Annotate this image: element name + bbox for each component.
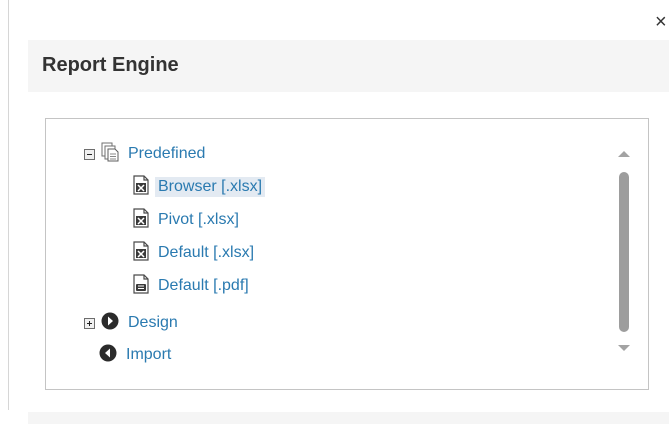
dialog-footer bbox=[28, 412, 669, 424]
tree-node-default-pdf[interactable]: Default [.pdf] bbox=[133, 273, 252, 299]
dialog-header: Report Engine bbox=[28, 40, 669, 92]
pdf-file-icon bbox=[133, 273, 149, 299]
tree-node-import[interactable]: Import bbox=[99, 342, 174, 368]
dialog-title: Report Engine bbox=[42, 54, 179, 76]
tree-node-default-xlsx[interactable]: Default [.xlsx] bbox=[133, 240, 257, 266]
tree-node-predefined[interactable]: Predefined bbox=[84, 141, 208, 167]
tree-node-browser-xlsx[interactable]: Browser [.xlsx] bbox=[133, 174, 266, 200]
tree-scrollbar[interactable] bbox=[610, 139, 640, 369]
scroll-up-arrow-icon[interactable] bbox=[618, 151, 630, 157]
collapse-toggle-icon[interactable] bbox=[84, 148, 95, 160]
scroll-down-arrow-icon[interactable] bbox=[618, 345, 630, 351]
copy-pages-icon bbox=[101, 142, 119, 167]
tree-node-design[interactable]: Design bbox=[84, 310, 181, 336]
dialog-left-border bbox=[8, 0, 9, 410]
tree-node-label[interactable]: Pivot [.xlsx] bbox=[155, 210, 242, 230]
tree-node-pivot-xlsx[interactable]: Pivot [.xlsx] bbox=[133, 207, 242, 233]
circle-arrow-left-icon bbox=[99, 344, 117, 367]
expand-toggle-icon[interactable] bbox=[84, 317, 95, 329]
tree-node-label[interactable]: Predefined bbox=[125, 144, 208, 164]
excel-file-icon bbox=[133, 240, 149, 266]
close-button[interactable]: × bbox=[655, 12, 667, 32]
tree-node-label[interactable]: Browser [.xlsx] bbox=[155, 177, 266, 197]
circle-arrow-right-icon bbox=[101, 312, 119, 335]
excel-file-icon bbox=[133, 207, 149, 233]
tree-node-label[interactable]: Import bbox=[123, 345, 174, 365]
report-tree: Predefined Browser [.xlsx] Pivot [.xlsx]… bbox=[45, 118, 649, 390]
scrollbar-thumb[interactable] bbox=[619, 172, 629, 332]
tree-node-label[interactable]: Default [.pdf] bbox=[155, 276, 252, 296]
excel-file-icon bbox=[133, 174, 149, 200]
tree-node-label[interactable]: Default [.xlsx] bbox=[155, 243, 257, 263]
tree-node-label[interactable]: Design bbox=[125, 313, 181, 333]
report-engine-dialog: × Report Engine Predefined Browser [.xls… bbox=[0, 0, 669, 437]
